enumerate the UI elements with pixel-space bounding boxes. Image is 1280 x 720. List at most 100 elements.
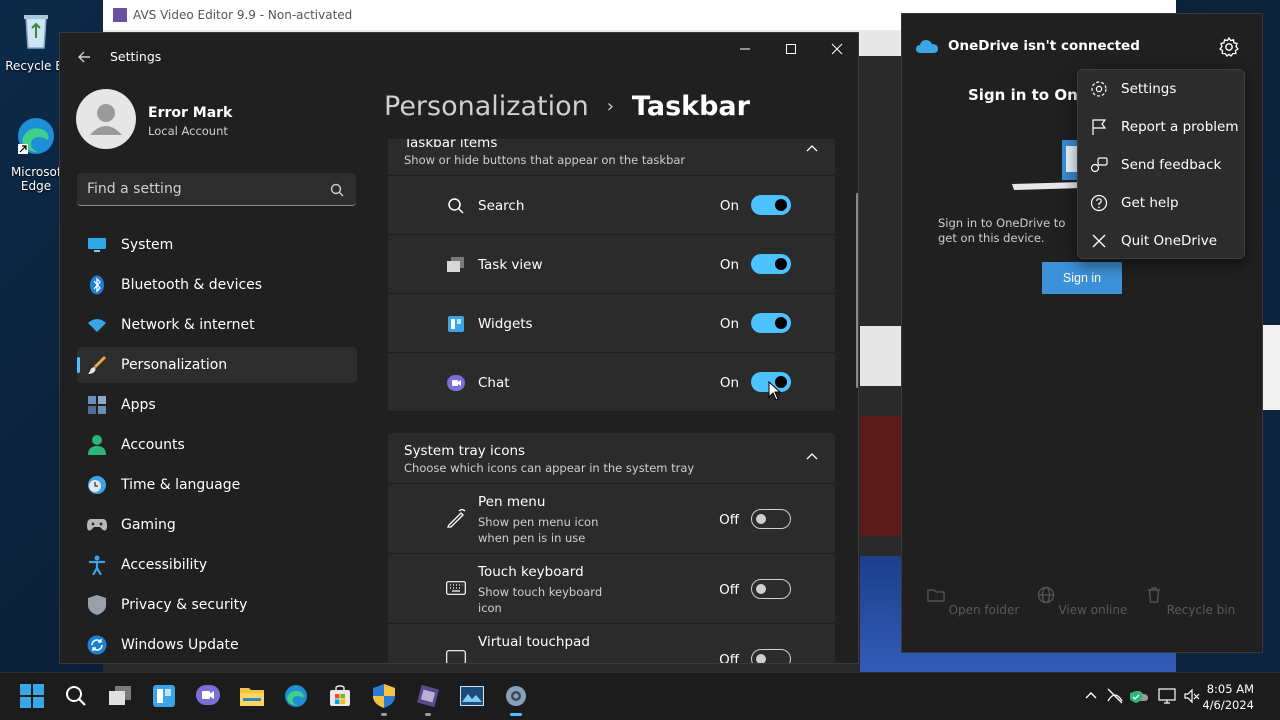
sign-in-button[interactable]: Sign in bbox=[1042, 262, 1122, 294]
section-header[interactable]: Taskbar items Show or hide buttons that … bbox=[388, 139, 835, 175]
speaker-muted-icon[interactable] bbox=[1183, 687, 1201, 705]
app-title: Settings bbox=[110, 49, 162, 64]
store-icon bbox=[330, 685, 350, 706]
file-explorer-icon bbox=[240, 688, 264, 706]
nav-item-system[interactable]: System bbox=[77, 227, 357, 263]
settings-icon bbox=[506, 686, 526, 706]
nav-item-label: Apps bbox=[121, 397, 156, 413]
menu-item-settings[interactable]: Settings bbox=[1078, 70, 1244, 108]
pen-menu-toggle[interactable] bbox=[751, 509, 791, 529]
nav-item-accessibility[interactable]: Accessibility bbox=[77, 547, 357, 583]
photos-icon bbox=[460, 686, 484, 706]
virtual-touchpad-toggle[interactable] bbox=[751, 649, 791, 663]
scrollbar[interactable] bbox=[856, 193, 858, 388]
search-input[interactable] bbox=[77, 173, 356, 205]
background-window-edge bbox=[1262, 325, 1280, 410]
setting-label: Task view bbox=[478, 257, 543, 273]
taskbar-edge[interactable] bbox=[282, 682, 310, 710]
nav-item-apps[interactable]: Apps bbox=[77, 387, 357, 423]
toggle-state: On bbox=[719, 375, 739, 391]
menu-item-report-problem[interactable]: Report a problem bbox=[1078, 108, 1244, 146]
chevron-up-icon[interactable] bbox=[805, 450, 819, 464]
recycle-bin-button[interactable]: Recycle bin bbox=[1135, 586, 1245, 617]
nav-item-time-language[interactable]: Time & language bbox=[77, 467, 357, 503]
gear-icon[interactable] bbox=[1218, 36, 1240, 58]
taskbar-settings[interactable] bbox=[502, 682, 530, 716]
brush-icon bbox=[87, 355, 107, 375]
taskbar-chat-button[interactable] bbox=[194, 682, 222, 710]
avs-window-title: AVS Video Editor 9.9 - Non-activated bbox=[133, 8, 353, 22]
nav-item-personalization[interactable]: Personalization bbox=[77, 347, 357, 383]
menu-item-quit-onedrive[interactable]: Quit OneDrive bbox=[1078, 222, 1244, 260]
chevron-up-icon[interactable] bbox=[805, 142, 819, 156]
search-icon bbox=[446, 196, 466, 216]
widgets-toggle[interactable] bbox=[751, 313, 791, 333]
taskbar-clock[interactable]: 8:05 AM 4/6/2024 bbox=[1202, 681, 1254, 713]
breadcrumb: Personalization › Taskbar bbox=[384, 91, 750, 122]
page-title: Taskbar bbox=[631, 91, 750, 122]
touch-keyboard-toggle[interactable] bbox=[751, 579, 791, 599]
taskbar-widgets-button[interactable] bbox=[150, 682, 178, 710]
toggle-state: Off bbox=[719, 582, 739, 598]
toggle-state: Off bbox=[719, 512, 739, 528]
back-arrow-icon[interactable] bbox=[74, 47, 94, 67]
menu-item-send-feedback[interactable]: Send feedback bbox=[1078, 146, 1244, 184]
search-toggle[interactable] bbox=[751, 195, 791, 215]
nav-item-label: Windows Update bbox=[121, 637, 239, 653]
nav-item-label: System bbox=[121, 237, 174, 253]
clock-time: 8:05 AM bbox=[1206, 682, 1254, 696]
chevron-up-icon[interactable] bbox=[1082, 687, 1100, 705]
footer-label: Recycle bin bbox=[1166, 603, 1236, 617]
taskbar-file-explorer[interactable] bbox=[238, 682, 266, 710]
setting-label: Pen menu bbox=[478, 494, 546, 510]
menu-item-label: Report a problem bbox=[1121, 119, 1239, 135]
setting-description: Show pen menu icon when pen is in use bbox=[478, 515, 599, 545]
nav-item-label: Accessibility bbox=[121, 557, 208, 573]
onedrive-header: OneDrive isn't connected bbox=[916, 38, 1140, 54]
taskbar-store[interactable] bbox=[326, 682, 354, 710]
nav-item-label: Network & internet bbox=[121, 317, 255, 333]
nav-item-network[interactable]: Network & internet bbox=[77, 307, 357, 343]
nav-item-label: Time & language bbox=[121, 477, 241, 493]
menu-item-label: Quit OneDrive bbox=[1121, 233, 1217, 249]
start-button[interactable] bbox=[18, 682, 46, 710]
setting-row-virtual-touchpad: Virtual touchpad Off bbox=[388, 623, 835, 664]
network-icon[interactable] bbox=[1106, 687, 1124, 705]
settings-search[interactable] bbox=[77, 173, 356, 206]
menu-item-label: Send feedback bbox=[1121, 157, 1222, 173]
feedback-icon bbox=[1090, 156, 1108, 174]
defender-icon[interactable] bbox=[1130, 691, 1142, 703]
nav-item-bluetooth[interactable]: Bluetooth & devices bbox=[77, 267, 357, 303]
section-header[interactable]: System tray icons Choose which icons can… bbox=[388, 433, 835, 483]
setting-row-task-view: Task view On bbox=[388, 234, 835, 293]
recycle-bin-icon bbox=[24, 15, 48, 49]
view-online-button[interactable]: View online bbox=[1027, 586, 1137, 617]
nav-item-gaming[interactable]: Gaming bbox=[77, 507, 357, 543]
toggle-state: Off bbox=[719, 652, 739, 664]
task-view-toggle[interactable] bbox=[751, 254, 791, 274]
bluetooth-icon bbox=[87, 275, 107, 295]
nav-item-windows-update[interactable]: Windows Update bbox=[77, 627, 357, 663]
edge-icon bbox=[285, 685, 307, 707]
settings-scroll-area[interactable]: Taskbar items Show or hide buttons that … bbox=[388, 139, 835, 664]
taskbar-security[interactable] bbox=[370, 682, 398, 716]
nav-item-privacy-security[interactable]: Privacy & security bbox=[77, 587, 357, 623]
nav-item-label: Bluetooth & devices bbox=[121, 277, 263, 293]
nav-item-label: Personalization bbox=[121, 357, 228, 373]
accessibility-icon bbox=[87, 555, 107, 575]
taskbar-search-button[interactable] bbox=[62, 682, 90, 710]
menu-item-get-help[interactable]: Get help bbox=[1078, 184, 1244, 222]
breadcrumb-parent[interactable]: Personalization bbox=[384, 91, 589, 122]
accounts-icon bbox=[87, 435, 107, 455]
toggle-state: On bbox=[719, 198, 739, 214]
open-folder-button[interactable]: Open folder bbox=[918, 586, 1028, 617]
taskbar-photos[interactable] bbox=[458, 682, 486, 710]
taskbar: 8:05 AM 4/6/2024 bbox=[0, 672, 1280, 720]
onedrive-cloud-icon bbox=[916, 40, 938, 53]
nav-item-accounts[interactable]: Accounts bbox=[77, 427, 357, 463]
taskbar-task-view-button[interactable] bbox=[106, 682, 134, 710]
toggle-state: On bbox=[719, 316, 739, 332]
taskbar-avs-editor[interactable] bbox=[414, 682, 442, 716]
chat-icon bbox=[196, 685, 220, 705]
display-icon[interactable] bbox=[1158, 687, 1176, 705]
